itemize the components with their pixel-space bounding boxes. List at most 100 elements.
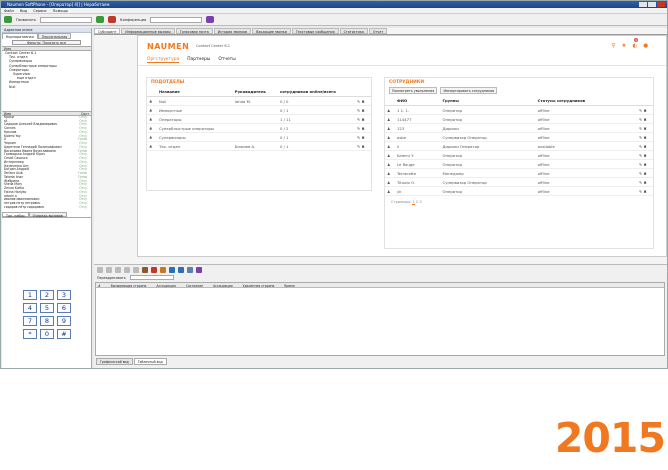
- conference-select[interactable]: [150, 16, 203, 23]
- video-icon[interactable]: [196, 266, 202, 273]
- star-icon[interactable]: ★: [621, 43, 626, 49]
- keypad-key[interactable]: 1: [23, 290, 37, 300]
- employee-row[interactable]: ♟ asbe Супервизор Оператор offline ✎ ✖: [385, 132, 653, 142]
- employee-name[interactable]: yk: [395, 186, 441, 196]
- employee-row[interactable]: ♟ 123 Дирижи offline ✎ ✖: [385, 123, 653, 133]
- employee-row[interactable]: ♟ Tituoio O. Супервизор Оператор offline ✎ ✖: [385, 177, 653, 187]
- calls-column[interactable]: Удаленная сторона: [243, 284, 275, 288]
- delete-icon[interactable]: ✖: [644, 108, 647, 113]
- employee-name[interactable]: Le Rouge: [395, 159, 441, 169]
- delete-icon[interactable]: ✖: [362, 99, 365, 104]
- park-icon[interactable]: [160, 266, 166, 273]
- department-name[interactable]: Супервизоры: [157, 132, 233, 142]
- delete-icon[interactable]: ✖: [644, 153, 647, 158]
- employee-row[interactable]: ♟ li Дирижи Оператор available ✎ ✖: [385, 141, 653, 151]
- department-name[interactable]: Операторы: [157, 114, 233, 124]
- conference-call-icon[interactable]: [124, 266, 130, 273]
- keypad-key[interactable]: 2: [40, 290, 54, 300]
- page-2[interactable]: 2: [416, 200, 418, 204]
- department-name[interactable]: Импортные: [157, 105, 233, 115]
- delete-icon[interactable]: ✖: [644, 144, 647, 149]
- main-tab[interactable]: Информационные вызовы: [121, 28, 175, 34]
- hangup-icon[interactable]: [108, 16, 117, 23]
- keypad-key[interactable]: 5: [40, 303, 54, 313]
- search-icon[interactable]: ⚲: [611, 43, 615, 49]
- call-number-select[interactable]: [40, 16, 93, 23]
- phone-icon[interactable]: [4, 16, 12, 23]
- tab-call-queue[interactable]: Очередь вызовов: [28, 211, 67, 218]
- info-icon[interactable]: [169, 266, 175, 273]
- nav-reports[interactable]: Отчеты: [218, 57, 235, 63]
- employee-row[interactable]: ♟ Kalemi Y. Оператор offline ✎ ✖: [385, 150, 653, 160]
- delete-icon[interactable]: ✖: [644, 189, 647, 194]
- keypad-key[interactable]: 6: [57, 303, 71, 313]
- tab-table-view[interactable]: Табличный вид: [133, 358, 167, 365]
- keypad-key[interactable]: 0: [40, 329, 54, 339]
- delete-icon[interactable]: ✖: [644, 171, 647, 176]
- delete-icon[interactable]: ✖: [644, 162, 647, 167]
- main-tab[interactable]: Входящие звонки: [252, 28, 291, 34]
- main-tab[interactable]: Текстовые сообщения: [291, 28, 339, 34]
- bell-icon[interactable]: ◐: [632, 43, 637, 49]
- nav-orgstructure[interactable]: Оргструктура: [147, 57, 180, 63]
- main-tab[interactable]: История звонков: [213, 28, 252, 34]
- col-emp-name[interactable]: ФИО: [395, 96, 441, 106]
- keypad-key[interactable]: 9: [57, 316, 71, 326]
- page-3[interactable]: 3: [419, 200, 421, 204]
- tab-graphic-view[interactable]: Графический вид: [96, 358, 133, 365]
- delete-icon[interactable]: ✖: [362, 144, 365, 149]
- nav-partners[interactable]: Партнеры: [187, 57, 210, 63]
- delete-icon[interactable]: ✖: [644, 135, 647, 140]
- delete-icon[interactable]: ✖: [362, 126, 365, 131]
- keypad-key[interactable]: #: [57, 329, 71, 339]
- minimize-icon[interactable]: [639, 2, 647, 7]
- calls-column[interactable]: Состояние: [186, 284, 203, 288]
- department-row[interactable]: ♣ Суперблыстрые операторы 0 / 2 ✎ ✖: [147, 123, 371, 133]
- hold-icon[interactable]: [106, 266, 112, 273]
- answer-icon[interactable]: [96, 16, 105, 23]
- employee-row[interactable]: ♟ yk Оператор offline ✎ ✖: [385, 186, 653, 196]
- delete-icon[interactable]: ✖: [644, 180, 647, 185]
- department-row[interactable]: ♣ Супервизоры 0 / 1 ✎ ✖: [147, 132, 371, 142]
- keypad-key[interactable]: 7: [23, 316, 37, 326]
- department-name[interactable]: Null: [157, 96, 233, 106]
- globe-icon[interactable]: [178, 266, 184, 273]
- contact-row[interactable]: сидоров пётр сидорович Отсу: [4, 205, 91, 210]
- col-dep-name[interactable]: Название: [157, 87, 233, 97]
- col-emp-group[interactable]: Группы: [440, 96, 536, 106]
- redirect-select[interactable]: [129, 275, 174, 280]
- department-name[interactable]: Тех. отдел: [157, 141, 233, 151]
- col-dep-count[interactable]: сотрудников online/всего: [277, 87, 355, 97]
- close-icon[interactable]: [657, 2, 665, 7]
- employee-row[interactable]: ♟ 1 1. 1. Оператор offline ✎ ✖: [385, 105, 653, 115]
- main-tab[interactable]: Отчет: [368, 28, 388, 34]
- delete-icon[interactable]: ✖: [362, 117, 365, 122]
- col-dep-head[interactable]: Руководитель: [232, 87, 278, 97]
- employee-row[interactable]: ♟ 114477 Оператор offline ✎ ✖: [385, 114, 653, 124]
- calls-column[interactable]: #: [98, 284, 101, 288]
- department-name[interactable]: Суперблыстрые операторы: [157, 123, 233, 133]
- redirect-icon[interactable]: [187, 266, 193, 273]
- employee-name[interactable]: li: [395, 141, 441, 151]
- department-row[interactable]: ♣ Тех. отдел Бижиев А. 0 / 1 ✎ ✖: [147, 141, 371, 151]
- transfer-icon[interactable]: [115, 266, 121, 273]
- main-tab[interactable]: Статистика: [339, 28, 368, 34]
- record-icon[interactable]: [142, 266, 148, 273]
- employee-name[interactable]: Tituoio O.: [395, 177, 441, 187]
- employee-name[interactable]: 114477: [395, 114, 441, 124]
- calls-column[interactable]: Время: [284, 284, 294, 288]
- maximize-icon[interactable]: [648, 2, 656, 7]
- delete-icon[interactable]: ✖: [644, 117, 647, 122]
- department-row[interactable]: ♣ Операторы 1 / 11 ✎ ✖: [147, 114, 371, 124]
- keypad-key[interactable]: 3: [57, 290, 71, 300]
- employee-row[interactable]: ♟ Le Rouge Оператор offline ✎ ✖: [385, 159, 653, 169]
- main-tab[interactable]: Голосовая почта: [175, 28, 213, 34]
- employee-name[interactable]: Kalemi Y.: [395, 150, 441, 160]
- delete-icon[interactable]: ✖: [362, 135, 365, 140]
- col-emp-status[interactable]: Статусы сотрудников: [535, 96, 637, 106]
- department-row[interactable]: ♣ Null Iahda M. 0 / 0 ✎ ✖: [147, 96, 371, 106]
- calls-column[interactable]: Вызывающая сторона: [111, 284, 147, 288]
- mute-icon[interactable]: [133, 266, 139, 273]
- view-dismissed-button[interactable]: Посмотреть увольнения: [389, 87, 438, 94]
- calls-column[interactable]: Ассоциации: [213, 284, 233, 288]
